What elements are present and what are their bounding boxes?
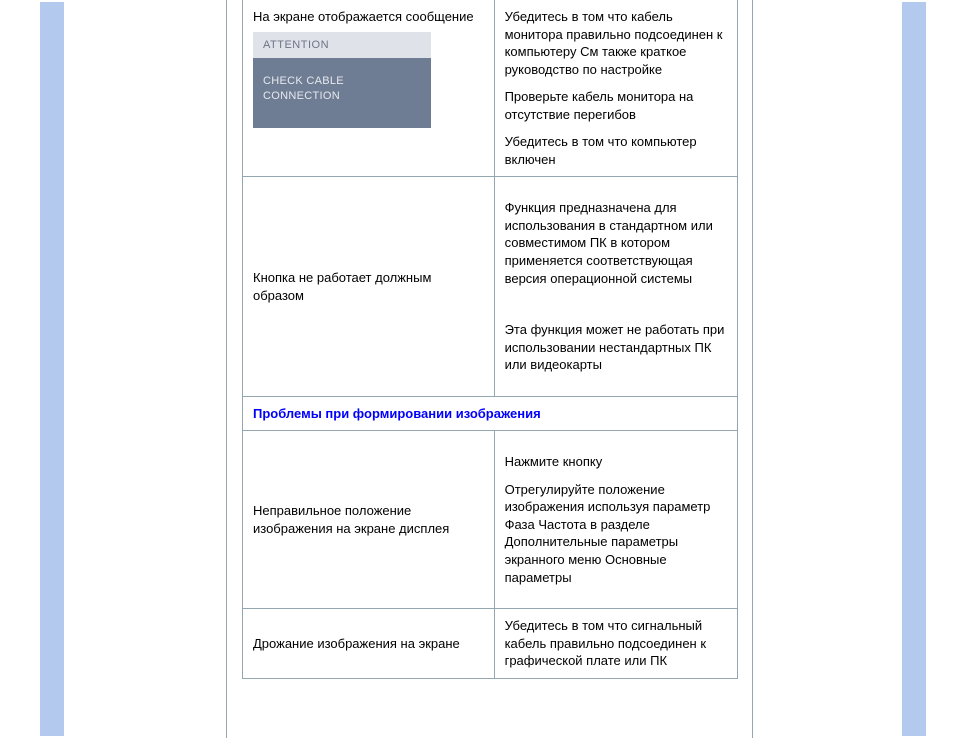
solution-text: Функция предназначена для использования … <box>505 199 727 287</box>
symptom-cell: Кнопка не работает должным образом <box>243 177 495 396</box>
solution-text: Проверьте кабель монитора на отсутствие … <box>505 88 727 123</box>
decor-strip-right <box>902 2 926 736</box>
vertical-rule-right <box>752 0 753 738</box>
solution-text: Убедитесь в том что компьютер включен <box>505 133 727 168</box>
section-header: Проблемы при формировании изображения <box>243 396 738 431</box>
solution-cell: Нажмите кнопку Отрегулируйте положение и… <box>494 431 737 609</box>
table-row: Дрожание изображения на экране Убедитесь… <box>243 609 738 679</box>
solution-cell: Убедитесь в том что сигнальный кабель пр… <box>494 609 737 679</box>
symptom-cell: Неправильное положение изображения на эк… <box>243 431 495 609</box>
solution-text: Нажмите кнопку <box>505 453 727 471</box>
symptom-cell: Дрожание изображения на экране <box>243 609 495 679</box>
solution-text: Отрегулируйте положение изображения испо… <box>505 481 727 586</box>
solution-cell: Убедитесь в том что кабель монитора прав… <box>494 0 737 177</box>
solution-text: Убедитесь в том что кабель монитора прав… <box>505 8 727 78</box>
table-row: Неправильное положение изображения на эк… <box>243 431 738 609</box>
vertical-rule-left <box>226 0 227 738</box>
symptom-text: Кнопка не работает должным образом <box>253 269 484 304</box>
troubleshooting-table: На экране отображается сообщение ATTENTI… <box>242 0 738 679</box>
monitor-message-title: ATTENTION <box>253 32 431 59</box>
solution-cell: Функция предназначена для использования … <box>494 177 737 396</box>
symptom-text: На экране отображается сообщение <box>253 8 484 26</box>
section-header-row: Проблемы при формировании изображения <box>243 396 738 431</box>
symptom-text: Дрожание изображения на экране <box>253 635 484 653</box>
solution-text: Эта функция может не работать при исполь… <box>505 321 727 374</box>
monitor-message-body: CHECK CABLE CONNECTION <box>253 58 431 128</box>
table-row: На экране отображается сообщение ATTENTI… <box>243 0 738 177</box>
symptom-cell: На экране отображается сообщение ATTENTI… <box>243 0 495 177</box>
solution-text: Убедитесь в том что сигнальный кабель пр… <box>505 617 727 670</box>
table-row: Кнопка не работает должным образом Функц… <box>243 177 738 396</box>
monitor-message-box: ATTENTION CHECK CABLE CONNECTION <box>253 32 431 129</box>
symptom-text: Неправильное положение изображения на эк… <box>253 502 484 537</box>
decor-strip-left <box>40 2 64 736</box>
